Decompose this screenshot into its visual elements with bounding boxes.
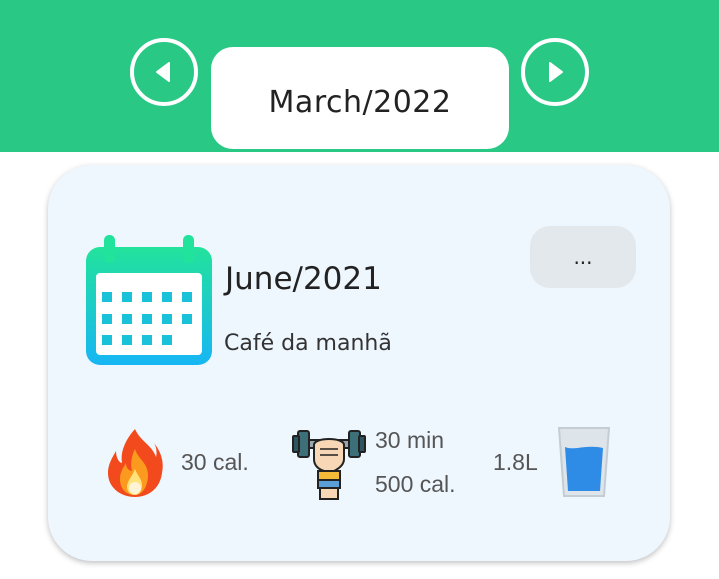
water-value: 1.8L	[493, 449, 538, 475]
calories-value: 30 cal.	[181, 449, 249, 475]
previous-month-button[interactable]	[130, 38, 198, 106]
meal-name: Café da manhã	[224, 331, 392, 356]
card-title: June/2021	[225, 261, 382, 297]
meal-card[interactable]: June/2021 Café da manhã ... 30 cal. 30 m…	[48, 165, 670, 561]
dumbbell-icon	[292, 430, 366, 500]
header-bar: March/2022	[0, 0, 719, 152]
water-glass-icon	[557, 427, 611, 497]
chevron-right-icon	[549, 62, 563, 82]
more-options-button[interactable]: ...	[530, 226, 636, 288]
chevron-left-icon	[156, 62, 170, 82]
exercise-calories-value: 500 cal.	[375, 471, 456, 497]
fire-icon	[108, 429, 163, 497]
calendar-icon	[86, 235, 212, 365]
current-month-label[interactable]: March/2022	[211, 47, 509, 149]
exercise-time-value: 30 min	[375, 427, 445, 453]
next-month-button[interactable]	[521, 38, 589, 106]
